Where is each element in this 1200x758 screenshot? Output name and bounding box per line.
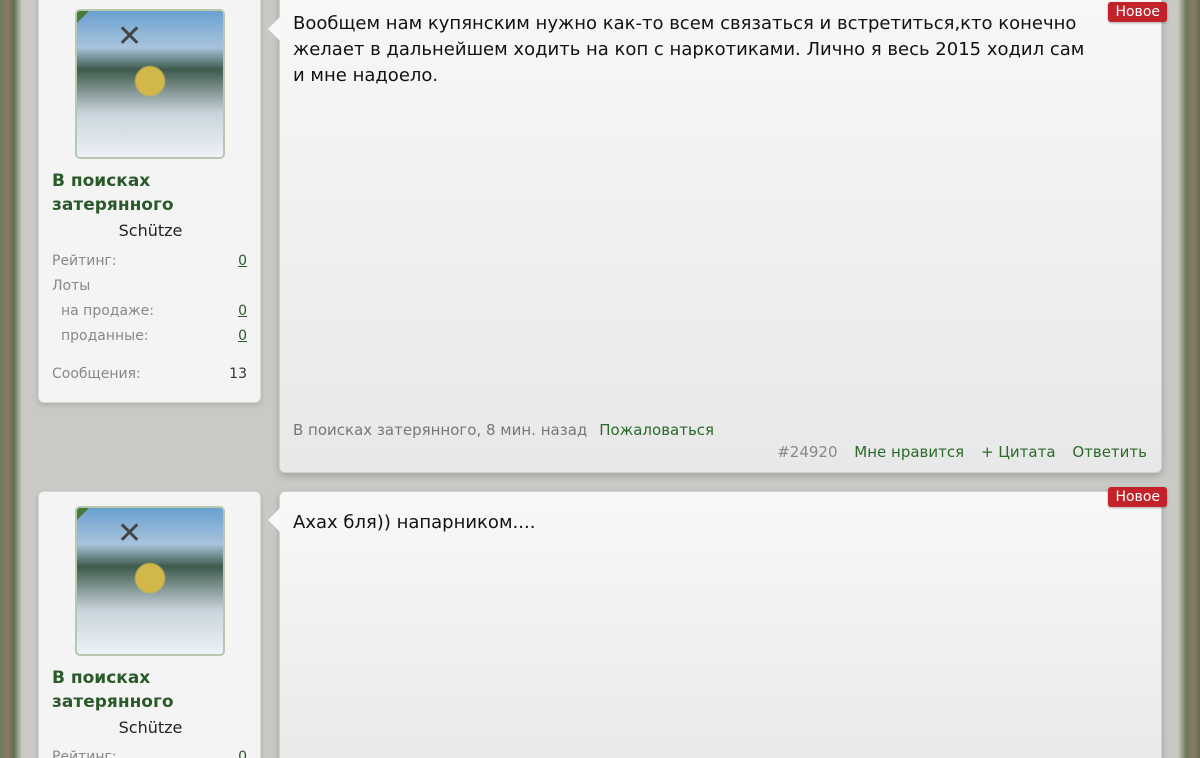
user-card: ✕ В поисках затерянного Schütze Рейтинг: 0… xyxy=(38,0,261,403)
on-sale-link[interactable]: 0 xyxy=(238,303,247,319)
username-link[interactable]: В поисках затерянного xyxy=(52,169,174,217)
sold-link[interactable]: 0 xyxy=(238,328,247,344)
user-avatar[interactable]: ✕ xyxy=(75,506,225,656)
username-line: затерянного xyxy=(52,195,174,215)
rating-link[interactable]: 0 xyxy=(238,749,247,758)
new-badge: Новое xyxy=(1108,487,1167,507)
post-text: Вообщем нам купянским нужно как-то всем … xyxy=(293,13,1085,86)
sold-label: проданные: xyxy=(61,328,149,344)
post-meta: В поисках затерянного, 8 мин. назад Пожал… xyxy=(293,421,714,439)
rating-label: Рейтинг: xyxy=(52,253,117,269)
report-link[interactable]: Пожаловаться xyxy=(599,421,714,439)
new-badge: Новое xyxy=(1108,2,1167,22)
post: Новое Вообщем нам купянским нужно как-то… xyxy=(268,0,1167,473)
user-card: ✕ В поисках затерянного Schütze Рейтинг: 0 xyxy=(38,491,261,758)
post-number-link[interactable]: #24920 xyxy=(777,443,837,461)
rating-label: Рейтинг: xyxy=(52,749,117,758)
post-actions: #24920 Мне нравится + Цитата Ответить xyxy=(765,443,1147,461)
username-line: затерянного xyxy=(52,692,174,712)
username-line: В поисках xyxy=(52,171,151,191)
messages-row: Сообщения: 13 xyxy=(52,366,247,382)
user-title: Schütze xyxy=(118,221,183,240)
quote-button[interactable]: + Цитата xyxy=(981,443,1056,461)
on-sale-label: на продаже: xyxy=(61,303,154,319)
user-avatar[interactable]: ✕ xyxy=(75,9,225,159)
on-sale-row: на продаже: 0 xyxy=(52,303,247,319)
messages-count: 13 xyxy=(229,366,247,382)
post: Новое Ахах бля)) напарником.... xyxy=(268,487,1167,758)
reply-button[interactable]: Ответить xyxy=(1072,443,1147,461)
lots-row: Лоты xyxy=(52,278,247,294)
post-text: Ахах бля)) напарником.... xyxy=(293,512,536,533)
crossed-shovels-icon: ✕ xyxy=(117,516,143,551)
lots-label: Лоты xyxy=(52,278,91,294)
rating-link[interactable]: 0 xyxy=(238,253,247,269)
post-author-date: В поисках затерянного, 8 мин. назад xyxy=(293,421,588,439)
like-button[interactable]: Мне нравится xyxy=(854,443,964,461)
sold-row: проданные: 0 xyxy=(52,328,247,344)
crossed-shovels-icon: ✕ xyxy=(117,19,143,54)
username-line: В поисках xyxy=(52,668,151,688)
rating-row: Рейтинг: 0 xyxy=(52,749,247,758)
user-title: Schütze xyxy=(118,718,183,737)
username-link[interactable]: В поисках затерянного xyxy=(52,666,174,714)
rating-row: Рейтинг: 0 xyxy=(52,253,247,269)
messages-label: Сообщения: xyxy=(52,366,141,382)
